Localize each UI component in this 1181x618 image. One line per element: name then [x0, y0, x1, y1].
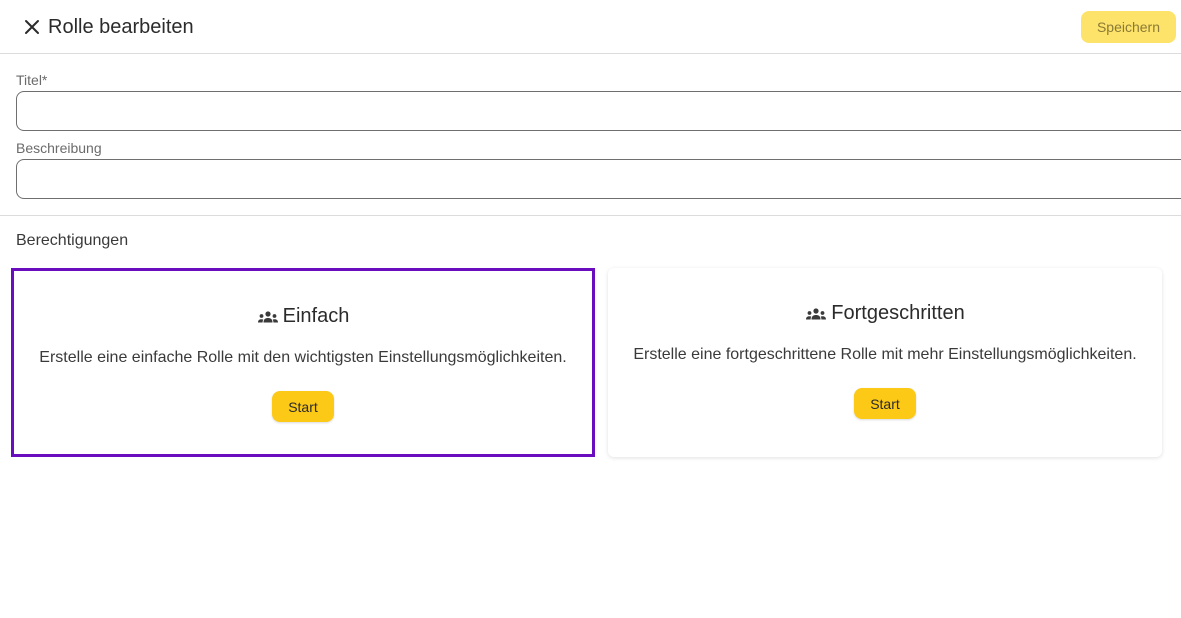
close-button[interactable] [20, 15, 44, 39]
card-title: Einfach [282, 305, 350, 327]
save-button[interactable]: Speichern [1081, 11, 1176, 43]
role-card-advanced[interactable]: Fortgeschritten Erstelle eine fortgeschr… [608, 268, 1162, 457]
group-icon [805, 303, 827, 325]
top-bar: Rolle bearbeiten Speichern [0, 0, 1181, 54]
page-title: Rolle bearbeiten [48, 16, 194, 38]
group-icon [257, 306, 279, 328]
start-advanced-button[interactable]: Start [854, 388, 916, 419]
card-description: Erstelle eine fortgeschrittene Rolle mit… [633, 346, 1137, 363]
role-card-simple[interactable]: Einfach Erstelle eine einfache Rolle mit… [11, 268, 595, 457]
card-title-row: Fortgeschritten [608, 302, 1162, 325]
permissions-section-title: Berechtigungen [16, 232, 129, 249]
description-input[interactable] [16, 159, 1181, 199]
card-description: Erstelle eine einfache Rolle mit den wic… [39, 349, 567, 366]
title-field-label: Titel* [16, 72, 48, 88]
title-input[interactable] [16, 91, 1181, 131]
close-icon [25, 20, 39, 34]
section-divider [0, 215, 1181, 216]
start-simple-button[interactable]: Start [272, 391, 334, 422]
description-field-label: Beschreibung [16, 140, 102, 156]
card-title-row: Einfach [14, 305, 592, 328]
card-title: Fortgeschritten [831, 302, 965, 324]
